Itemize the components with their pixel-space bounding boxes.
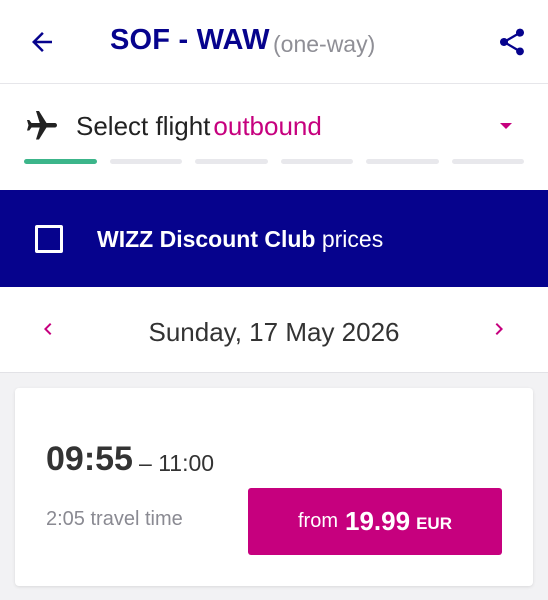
progress-step-5 xyxy=(366,159,439,164)
departure-time: 09:55 xyxy=(46,440,133,478)
step-title-prefix: Select flight xyxy=(76,111,211,141)
date-selector: Sunday, 17 May 2026 xyxy=(0,287,548,373)
airplane-icon xyxy=(27,111,57,140)
discount-club-name: WIZZ Discount Club xyxy=(97,226,316,252)
step-title-direction: outbound xyxy=(213,111,322,141)
flight-card[interactable]: 09:55 – 11:00 2:05 travel time from 19.9… xyxy=(15,388,533,586)
arrival-time: – 11:00 xyxy=(139,450,214,477)
progress-step-2 xyxy=(109,159,182,164)
booking-progress xyxy=(24,159,524,165)
discount-club-checkbox[interactable] xyxy=(35,225,63,253)
share-icon xyxy=(500,28,524,56)
time-separator: – xyxy=(139,450,152,476)
chevron-right-icon xyxy=(495,323,503,335)
discount-club-suffix: prices xyxy=(321,226,384,252)
share-button[interactable] xyxy=(492,22,532,62)
arrow-left-icon xyxy=(32,32,52,52)
discount-club-label: WIZZ Discount Club prices xyxy=(97,226,383,253)
selected-date: Sunday, 17 May 2026 xyxy=(148,317,400,347)
travel-time: 2:05 travel time xyxy=(46,508,183,530)
progress-step-3 xyxy=(195,159,268,164)
progress-step-4 xyxy=(280,159,353,164)
step-title: Select flight outbound xyxy=(76,111,322,142)
price-amount: 19.99 xyxy=(345,506,411,536)
route-title: SOF - WAW xyxy=(110,24,270,56)
progress-step-1 xyxy=(24,159,97,164)
caret-down-icon[interactable] xyxy=(495,118,517,134)
price-prefix: from xyxy=(298,510,338,532)
back-button[interactable] xyxy=(22,22,62,62)
progress-step-6 xyxy=(451,159,524,164)
trip-type-label: (one-way) xyxy=(273,31,376,57)
discount-club-toggle[interactable]: WIZZ Discount Club prices xyxy=(0,190,548,287)
flight-selection-stepper: Select flight outbound xyxy=(0,84,548,190)
select-fare-button[interactable]: from 19.99 EUR xyxy=(248,488,502,555)
next-date-button[interactable] xyxy=(481,311,517,347)
top-app-bar: SOF - WAW (one-way) xyxy=(0,0,548,84)
arrival-time-value: 11:00 xyxy=(158,450,215,476)
price-currency: EUR xyxy=(416,513,452,533)
